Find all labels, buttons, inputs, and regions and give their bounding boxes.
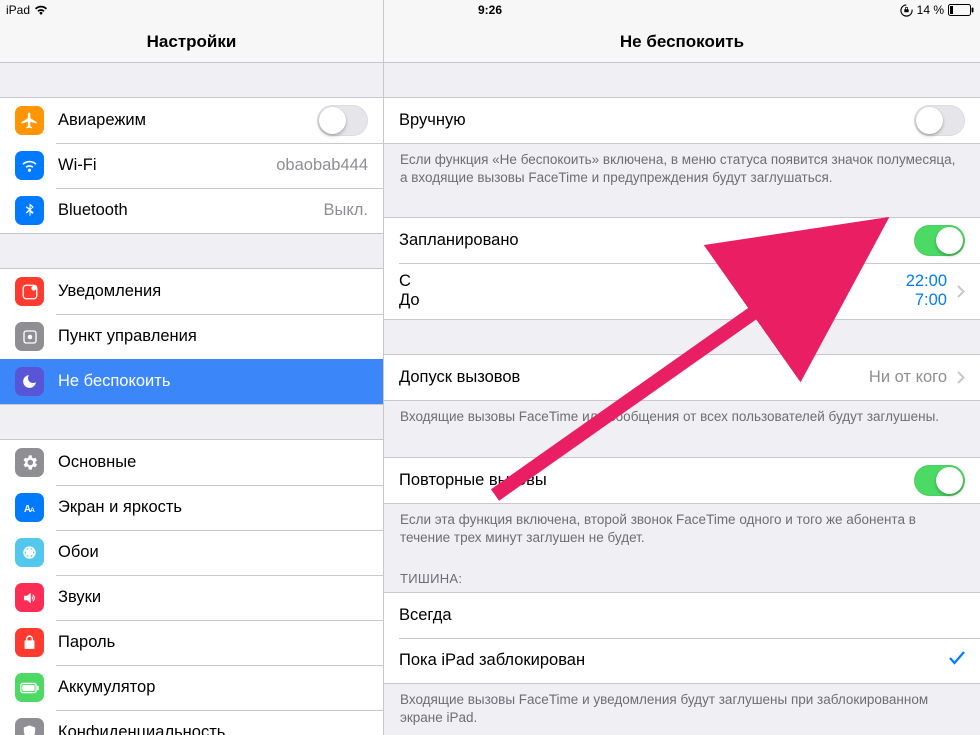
- passcode-icon: [15, 628, 44, 657]
- manual-toggle[interactable]: [914, 105, 965, 136]
- to-label: До: [399, 291, 906, 311]
- sidebar-item-wifi[interactable]: Wi-Fi obaobab444: [0, 143, 383, 188]
- manual-label: Вручную: [399, 111, 914, 130]
- silence-locked-label: Пока iPad заблокирован: [399, 651, 939, 670]
- sidebar-group-connectivity: Авиарежим Wi-Fi obaobab444 Bluetooth Вык…: [0, 97, 383, 234]
- sidebar-item-privacy[interactable]: Конфиденциальность: [0, 710, 383, 735]
- sidebar-item-sounds[interactable]: Звуки: [0, 575, 383, 620]
- bluetooth-value: Выкл.: [324, 201, 368, 220]
- display-icon: AA: [15, 493, 44, 522]
- silence-always-label: Всегда: [399, 606, 965, 625]
- silence-header: ТИШИНА:: [384, 555, 980, 592]
- settings-sidebar: Настройки Авиарежим Wi-Fi obao: [0, 0, 384, 735]
- repeated-group: Повторные вызовы: [384, 457, 980, 504]
- repeated-footer: Если эта функция включена, второй звонок…: [384, 504, 980, 555]
- sounds-label: Звуки: [58, 588, 368, 607]
- sidebar-item-bluetooth[interactable]: Bluetooth Выкл.: [0, 188, 383, 233]
- repeated-row[interactable]: Повторные вызовы: [384, 458, 980, 503]
- silence-footer: Входящие вызовы FaceTime и уведомления б…: [384, 684, 980, 735]
- orientation-lock-icon: [900, 4, 913, 17]
- airplane-icon: [15, 106, 44, 135]
- sidebar-item-airplane[interactable]: Авиарежим: [0, 98, 383, 143]
- sidebar-item-display[interactable]: AA Экран и яркость: [0, 485, 383, 530]
- wifi-icon: [34, 5, 48, 16]
- silence-always-row[interactable]: Всегда: [384, 593, 980, 638]
- device-name: iPad: [6, 3, 30, 17]
- repeated-label: Повторные вызовы: [399, 471, 914, 490]
- sidebar-item-notifications[interactable]: Уведомления: [0, 269, 383, 314]
- notifications-label: Уведомления: [58, 282, 368, 301]
- sidebar-item-wallpaper[interactable]: Обои: [0, 530, 383, 575]
- sidebar-title: Настройки: [147, 32, 237, 52]
- sidebar-item-battery[interactable]: Аккумулятор: [0, 665, 383, 710]
- status-time: 9:26: [478, 3, 502, 17]
- allow-calls-label: Допуск вызовов: [399, 368, 869, 387]
- sidebar-group-general: Основные AA Экран и яркость Обои: [0, 439, 383, 735]
- notifications-icon: [15, 277, 44, 306]
- bluetooth-label: Bluetooth: [58, 201, 324, 220]
- scheduled-toggle[interactable]: [914, 225, 965, 256]
- scheduled-label: Запланировано: [399, 231, 914, 250]
- allow-calls-value: Ни от кого: [869, 368, 947, 387]
- scheduled-group: Запланировано С До 22:00 7:00: [384, 217, 980, 320]
- chevron-right-icon: [957, 371, 965, 384]
- sidebar-item-general[interactable]: Основные: [0, 440, 383, 485]
- sidebar-item-dnd[interactable]: Не беспокоить: [0, 359, 383, 404]
- detail-title: Не беспокоить: [620, 32, 744, 52]
- battery-icon: [948, 4, 974, 16]
- wallpaper-label: Обои: [58, 543, 368, 562]
- allow-calls-row[interactable]: Допуск вызовов Ни от кого: [384, 355, 980, 400]
- control-center-icon: [15, 322, 44, 351]
- status-bar: iPad 9:26 14 %: [0, 0, 980, 20]
- manual-group: Вручную: [384, 97, 980, 144]
- battery-app-icon: [15, 673, 44, 702]
- checkmark-icon: [949, 651, 965, 670]
- allow-calls-group: Допуск вызовов Ни от кого: [384, 354, 980, 401]
- wifi-value: obaobab444: [276, 156, 368, 175]
- wallpaper-icon: [15, 538, 44, 567]
- general-label: Основные: [58, 453, 368, 472]
- from-time: 22:00: [906, 272, 947, 291]
- sounds-icon: [15, 583, 44, 612]
- dnd-label: Не беспокоить: [58, 372, 368, 391]
- control-center-label: Пункт управления: [58, 327, 368, 346]
- sidebar-group-notifications: Уведомления Пункт управления Не беспокои…: [0, 268, 383, 405]
- sidebar-item-control-center[interactable]: Пункт управления: [0, 314, 383, 359]
- allow-calls-footer: Входящие вызовы FaceTime или сообщения о…: [384, 401, 980, 434]
- repeated-toggle[interactable]: [914, 465, 965, 496]
- battery-percent: 14 %: [917, 3, 944, 17]
- bluetooth-icon: [15, 196, 44, 225]
- privacy-label: Конфиденциальность: [58, 723, 368, 735]
- airplane-toggle[interactable]: [317, 105, 368, 136]
- manual-row[interactable]: Вручную: [384, 98, 980, 143]
- silence-group: Всегда Пока iPad заблокирован: [384, 592, 980, 684]
- manual-footer: Если функция «Не беспокоить» включена, в…: [384, 144, 980, 195]
- from-label: С: [399, 272, 906, 292]
- wifi-label: Wi-Fi: [58, 156, 276, 175]
- gear-icon: [15, 448, 44, 477]
- silence-locked-row[interactable]: Пока iPad заблокирован: [384, 638, 980, 683]
- detail-pane: Не беспокоить Вручную Если функция «Не б…: [384, 0, 980, 735]
- moon-icon: [15, 367, 44, 396]
- airplane-label: Авиарежим: [58, 111, 317, 130]
- privacy-icon: [15, 718, 44, 735]
- sidebar-item-passcode[interactable]: Пароль: [0, 620, 383, 665]
- wifi-app-icon: [15, 151, 44, 180]
- chevron-right-icon: [957, 285, 965, 298]
- svg-text:A: A: [30, 506, 35, 513]
- schedule-time-row[interactable]: С До 22:00 7:00: [384, 263, 980, 319]
- passcode-label: Пароль: [58, 633, 368, 652]
- scheduled-row[interactable]: Запланировано: [384, 218, 980, 263]
- battery-label: Аккумулятор: [58, 678, 368, 697]
- display-label: Экран и яркость: [58, 498, 368, 517]
- to-time: 7:00: [906, 291, 947, 310]
